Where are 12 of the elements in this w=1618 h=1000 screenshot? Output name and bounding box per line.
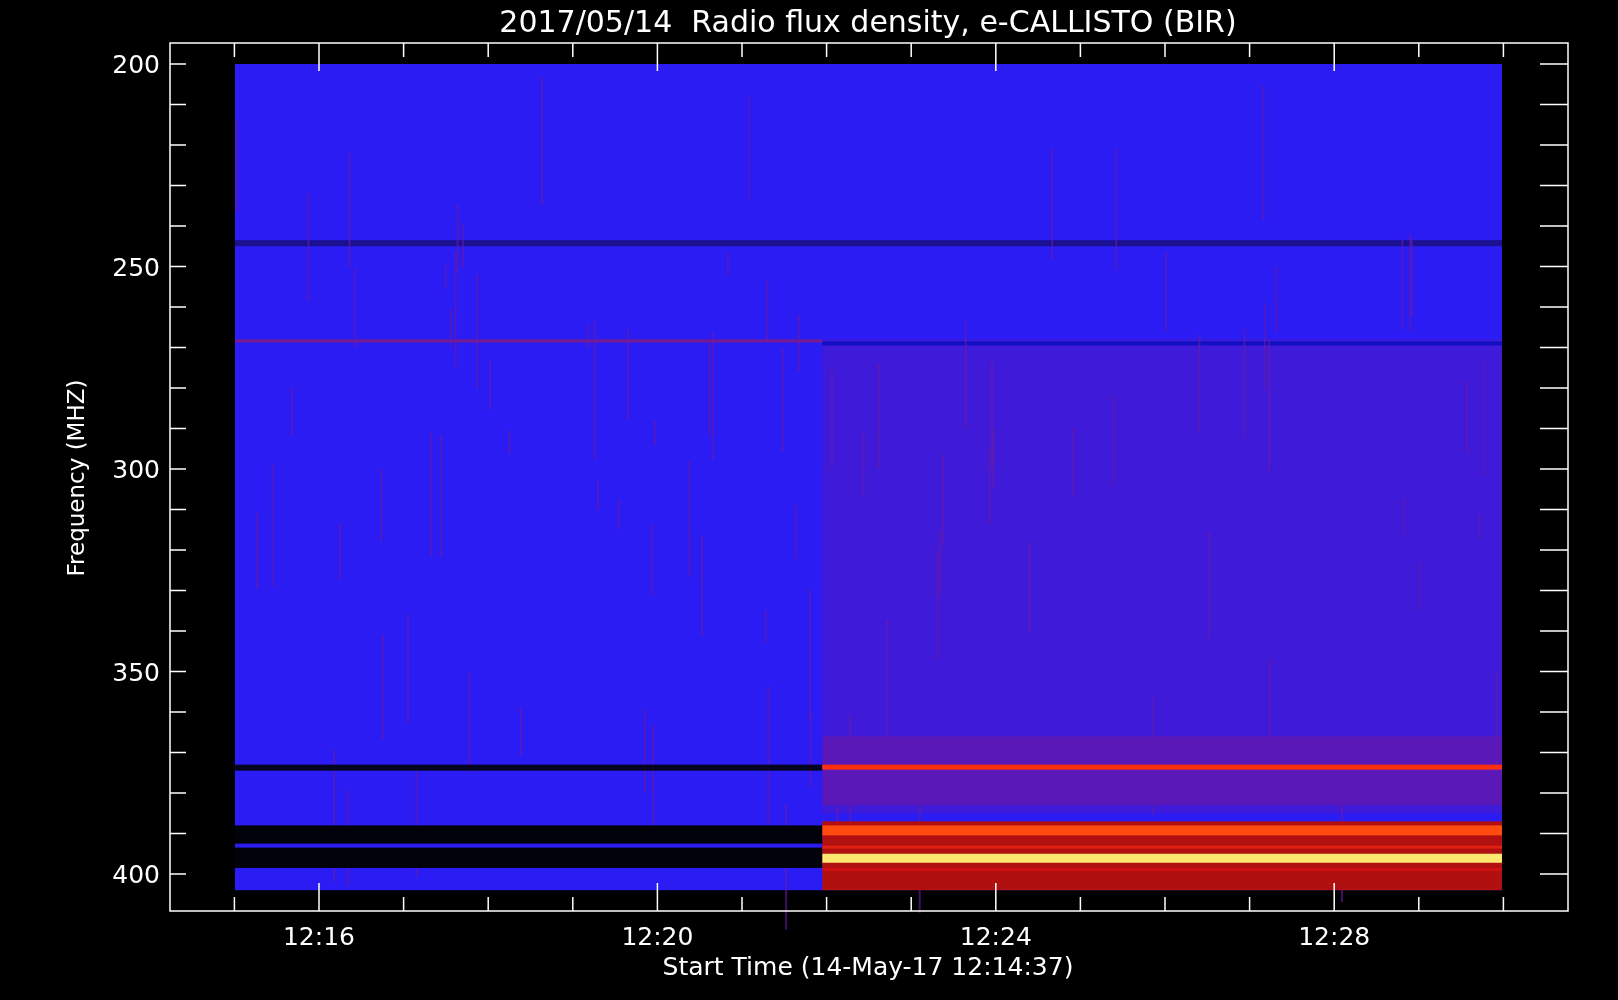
- chart-title: 2017/05/14 Radio flux density, e-CALLISTO (BIR): [499, 4, 1237, 39]
- axis-title: Start Time (14-May-17 12:14:37): [662, 952, 1074, 981]
- axis-tick-label: 12:16: [283, 922, 355, 951]
- axis-tick-label: 200: [112, 50, 160, 79]
- axis-tick-label: 12:24: [959, 922, 1032, 951]
- axis-tick-label: 250: [112, 252, 160, 282]
- axis-tick-label: 350: [112, 657, 160, 687]
- axis-title: Frequency (MHZ): [63, 379, 89, 577]
- axis-tick-label: 12:20: [621, 922, 694, 951]
- axis-tick-label: 300: [112, 455, 160, 484]
- axis-tick-label: 400: [112, 860, 160, 889]
- axis-tick-label: 12:28: [1298, 922, 1371, 951]
